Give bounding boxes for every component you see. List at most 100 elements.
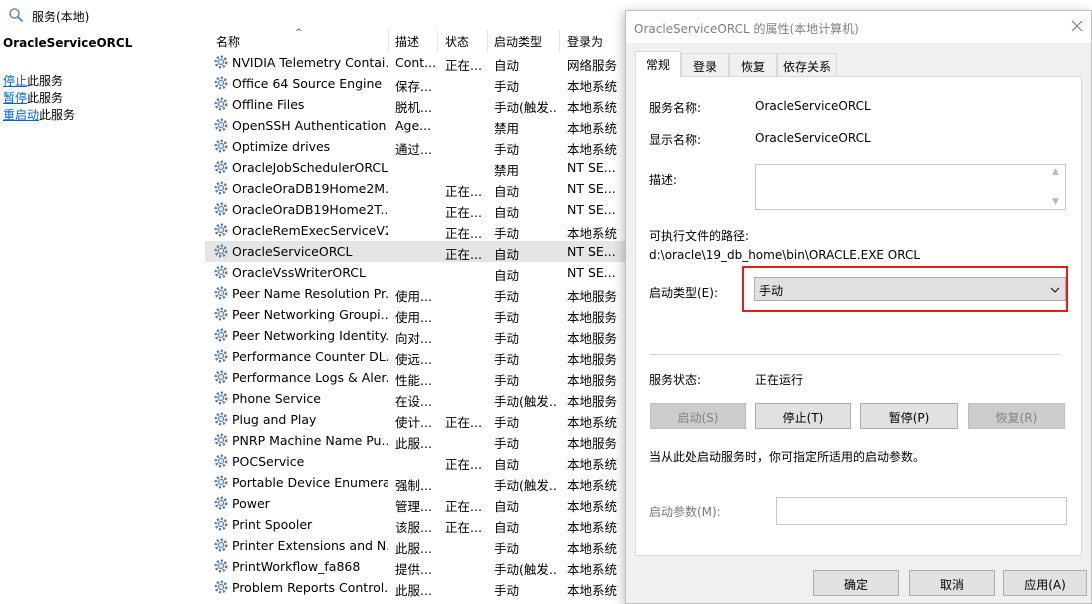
table-row[interactable]: Performance Logs & Aler... 性能... 手动 本地服务: [205, 367, 625, 388]
table-row[interactable]: NVIDIA Telemetry Contai... Cont... 正在... 自动…: [205, 52, 625, 73]
service-gear-icon: [213, 327, 229, 343]
table-row[interactable]: OracleJobSchedulerORCL 禁用 NT SE...: [205, 157, 625, 178]
cell-startup: 手动(触发...: [494, 100, 558, 115]
restart-service-link[interactable]: 重启动: [3, 108, 39, 122]
cell-logon: 本地系统: [567, 583, 618, 598]
cell-startup: 自动: [494, 268, 520, 283]
table-row[interactable]: OracleVssWriterORCL 自动 NT SE...: [205, 262, 625, 283]
table-row[interactable]: PrintWorkflow_fa868 提供... 手动(触发... 本地系统: [205, 556, 625, 577]
cell-desc: 通过...: [395, 142, 432, 157]
cell-logon: 本地服务: [567, 394, 618, 409]
stop-service-link[interactable]: 停止: [3, 74, 27, 88]
close-icon[interactable]: [1069, 18, 1085, 34]
table-row[interactable]: Optimize drives 通过... 手动 本地系统: [205, 136, 625, 157]
cell-startup: 手动(触发...: [494, 562, 558, 577]
cell-logon: 本地系统: [567, 457, 618, 472]
cell-logon: NT SE...: [567, 181, 616, 196]
action-restart-service: 重启动此服务: [3, 106, 75, 123]
table-row[interactable]: Printer Extensions and N... 此服... 手动 本地系统: [205, 535, 625, 556]
table-row[interactable]: POCService 正在... 自动 本地系统: [205, 451, 625, 472]
column-header-logon-as[interactable]: 登录为: [567, 33, 603, 50]
cell-status: 正在...: [445, 415, 482, 430]
cancel-button[interactable]: 取消: [909, 570, 995, 596]
column-divider[interactable]: [388, 30, 389, 52]
list-header: ^ 名称 描述 状态 启动类型 登录为: [205, 28, 625, 52]
tab-logon[interactable]: 登录: [681, 53, 729, 77]
cell-desc: Age...: [395, 118, 432, 133]
cell-logon: 本地服务: [567, 436, 618, 451]
table-row[interactable]: Performance Counter DL... 使远... 手动 本地服务: [205, 346, 625, 367]
cell-name: Phone Service: [232, 391, 321, 406]
table-row[interactable]: Power 管理... 正在... 自动 本地系统: [205, 493, 625, 514]
action-pause-service: 暂停此服务: [3, 89, 63, 106]
description-field[interactable]: ▲ ▼: [755, 164, 1066, 210]
pause-button[interactable]: 暂停(P): [860, 403, 958, 429]
cell-logon: 本地服务: [567, 373, 618, 388]
table-row[interactable]: OracleOraDB19Home2M... 正在... 自动 NT SE...: [205, 178, 625, 199]
cell-name: Printer Extensions and N...: [232, 538, 388, 553]
cell-startup: 禁用: [494, 163, 520, 178]
description-label: 描述:: [649, 173, 678, 187]
cell-logon: 本地服务: [567, 310, 618, 325]
table-row[interactable]: Offline Files 脱机... 手动(触发... 本地系统: [205, 94, 625, 115]
column-header-status[interactable]: 状态: [445, 33, 469, 50]
column-divider[interactable]: [487, 30, 488, 52]
cell-startup: 手动: [494, 79, 520, 94]
cell-logon: 本地系统: [567, 142, 618, 157]
table-row[interactable]: Plug and Play 使计... 正在... 手动 本地系统: [205, 409, 625, 430]
resume-button[interactable]: 恢复(R): [968, 403, 1065, 429]
pause-service-link[interactable]: 暂停: [3, 91, 27, 105]
extended-pane: OracleServiceORCL 停止此服务 暂停此服务 重启动此服务: [0, 30, 205, 604]
ok-button[interactable]: 确定: [813, 570, 899, 596]
service-gear-icon: [213, 180, 229, 196]
column-header-startup-type[interactable]: 启动类型: [494, 33, 542, 50]
service-name-label: 服务名称:: [649, 101, 702, 115]
scroll-down-icon[interactable]: ▼: [1052, 197, 1059, 207]
column-header-name[interactable]: 名称: [216, 33, 240, 50]
apply-button[interactable]: 应用(A): [1003, 570, 1087, 596]
service-gear-icon: [213, 96, 229, 112]
column-header-description[interactable]: 描述: [395, 33, 419, 50]
tab-general[interactable]: 常规: [635, 51, 681, 77]
table-row[interactable]: Peer Name Resolution Pr... 使用... 手动 本地服务: [205, 283, 625, 304]
table-row[interactable]: OracleOraDB19Home2T... 正在... 自动 NT SE...: [205, 199, 625, 220]
service-status-value: 正在运行: [755, 373, 804, 387]
description-scrollbar[interactable]: ▲ ▼: [1049, 165, 1065, 209]
cell-name: Print Spooler: [232, 517, 313, 532]
column-divider[interactable]: [437, 30, 438, 52]
table-row[interactable]: Phone Service 在设... 手动(触发... 本地服务: [205, 388, 625, 409]
tab-dependencies[interactable]: 依存关系: [777, 53, 837, 77]
cell-desc: 向对...: [395, 331, 432, 346]
table-row[interactable]: Peer Networking Identity... 向对... 手动 本地服务: [205, 325, 625, 346]
service-gear-icon: [213, 516, 229, 532]
service-gear-icon: [213, 432, 229, 448]
column-divider[interactable]: [559, 30, 560, 52]
table-row[interactable]: Print Spooler 该服... 正在... 自动 本地系统: [205, 514, 625, 535]
service-gear-icon: [213, 390, 229, 406]
cell-logon: 本地系统: [567, 79, 618, 94]
service-gear-icon: [213, 264, 229, 280]
cell-logon: 本地系统: [567, 499, 618, 514]
table-row[interactable]: OpenSSH Authentication ... Age... 禁用 本地系统: [205, 115, 625, 136]
cell-name: POCService: [232, 454, 305, 469]
tab-recovery[interactable]: 恢复: [729, 53, 777, 77]
cell-logon: 网络服务: [567, 58, 618, 73]
cell-status: 正在...: [445, 499, 482, 514]
service-gear-icon: [213, 201, 229, 217]
table-row[interactable]: Peer Networking Groupi... 使用... 手动 本地服务: [205, 304, 625, 325]
cell-name: Peer Networking Identity...: [232, 328, 388, 343]
cell-name: Peer Name Resolution Pr...: [232, 286, 388, 301]
table-row[interactable]: Problem Reports Control... 此服... 手动 本地系统: [205, 577, 625, 598]
table-row[interactable]: Office 64 Source Engine 保存... 手动 本地系统: [205, 73, 625, 94]
table-row[interactable]: OracleRemExecServiceV2 正在... 手动 本地系统: [205, 220, 625, 241]
table-row[interactable]: OracleServiceORCL 正在... 自动 NT SE...: [205, 241, 625, 262]
table-row[interactable]: PNRP Machine Name Pu... 此服... 手动 本地服务: [205, 430, 625, 451]
service-gear-icon: [213, 558, 229, 574]
start-params-input[interactable]: [776, 497, 1067, 525]
cell-name: OracleVssWriterORCL: [232, 265, 366, 280]
startup-type-select[interactable]: 手动: [754, 277, 1066, 301]
table-row[interactable]: Portable Device Enumera... 强制... 手动(触发... 本…: [205, 472, 625, 493]
start-button[interactable]: 启动(S): [650, 403, 746, 429]
stop-button[interactable]: 停止(T): [755, 403, 851, 429]
scroll-up-icon[interactable]: ▲: [1052, 167, 1059, 177]
